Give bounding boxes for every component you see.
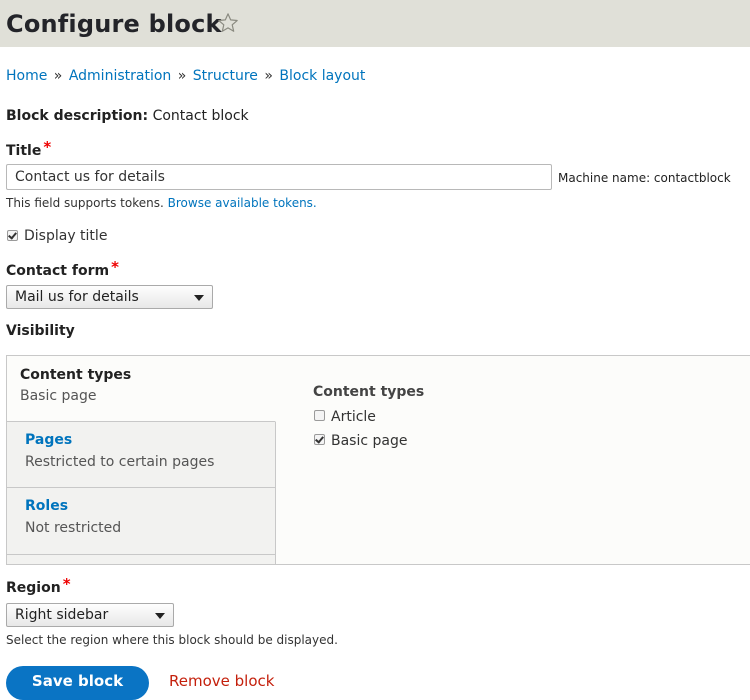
required-marker: *: [43, 138, 52, 156]
region-select[interactable]: Right sidebar: [6, 603, 174, 627]
breadcrumb-block-layout[interactable]: Block layout: [279, 68, 365, 84]
chevron-down-icon: [194, 295, 204, 301]
region-help: Select the region where this block shoul…: [6, 633, 338, 647]
save-block-button[interactable]: Save block: [6, 666, 149, 700]
region-label: Region *: [6, 575, 71, 596]
vertical-tabs-menu: Content types Basic page Pages Restricte…: [7, 356, 276, 564]
required-marker: *: [62, 575, 71, 593]
remove-block-link[interactable]: Remove block: [169, 672, 274, 690]
title-input[interactable]: [6, 164, 552, 190]
breadcrumb-separator: »: [264, 68, 273, 84]
breadcrumb-separator: »: [177, 68, 187, 84]
title-help: This field supports tokens. Browse avail…: [6, 196, 317, 210]
page-header: Configure block: [0, 0, 750, 47]
required-marker: *: [111, 258, 119, 276]
region-selected: Right sidebar: [15, 607, 109, 623]
tab-summary: Not restricted: [25, 520, 122, 536]
breadcrumb-separator: »: [53, 68, 63, 84]
pane-title: Content types: [313, 384, 425, 400]
page-title: Configure block: [6, 10, 222, 38]
breadcrumb-structure[interactable]: Structure: [193, 68, 258, 84]
basic-page-label: Basic page: [331, 433, 408, 449]
tab-roles[interactable]: Roles Not restricted: [7, 488, 275, 555]
display-title-label: Display title: [24, 228, 108, 244]
machine-name: Machine name: contactblock: [558, 171, 731, 185]
article-label: Article: [331, 409, 376, 425]
breadcrumb-home[interactable]: Home: [6, 68, 47, 84]
breadcrumb-administration[interactable]: Administration: [69, 68, 171, 84]
region-label-text: Region: [6, 580, 61, 596]
block-description-value: Contact block: [152, 108, 249, 124]
display-title-checkbox[interactable]: [7, 230, 18, 241]
block-description: Block description: Contact block: [6, 108, 249, 124]
tab-title: Content types: [20, 367, 132, 383]
tab-summary: Restricted to certain pages: [25, 454, 215, 470]
tab-title: Roles: [25, 498, 69, 514]
block-description-label: Block description:: [6, 108, 149, 124]
contact-form-selected: Mail us for details: [15, 289, 139, 305]
star-outline-icon[interactable]: [217, 12, 239, 34]
tab-summary: Basic page: [20, 388, 97, 404]
browse-tokens-link[interactable]: Browse available tokens.: [168, 196, 317, 210]
tab-content-types[interactable]: Content types Basic page: [7, 356, 276, 422]
contact-form-label: Contact form *: [6, 258, 119, 279]
tab-title: Pages: [25, 432, 73, 448]
title-field-label: Title *: [6, 138, 52, 159]
contact-form-label-text: Contact form: [6, 263, 110, 279]
title-label-text: Title: [6, 143, 42, 159]
breadcrumb: Home » Administration » Structure » Bloc…: [6, 68, 365, 84]
visibility-vertical-tabs: Content types Basic page Pages Restricte…: [6, 355, 750, 565]
basic-page-checkbox[interactable]: [314, 434, 325, 445]
title-help-text: This field supports tokens.: [6, 196, 164, 210]
tab-pages[interactable]: Pages Restricted to certain pages: [7, 422, 275, 488]
chevron-down-icon: [155, 613, 165, 619]
visibility-label: Visibility: [6, 323, 75, 339]
contact-form-select[interactable]: Mail us for details: [6, 285, 213, 309]
article-checkbox[interactable]: [314, 410, 325, 421]
